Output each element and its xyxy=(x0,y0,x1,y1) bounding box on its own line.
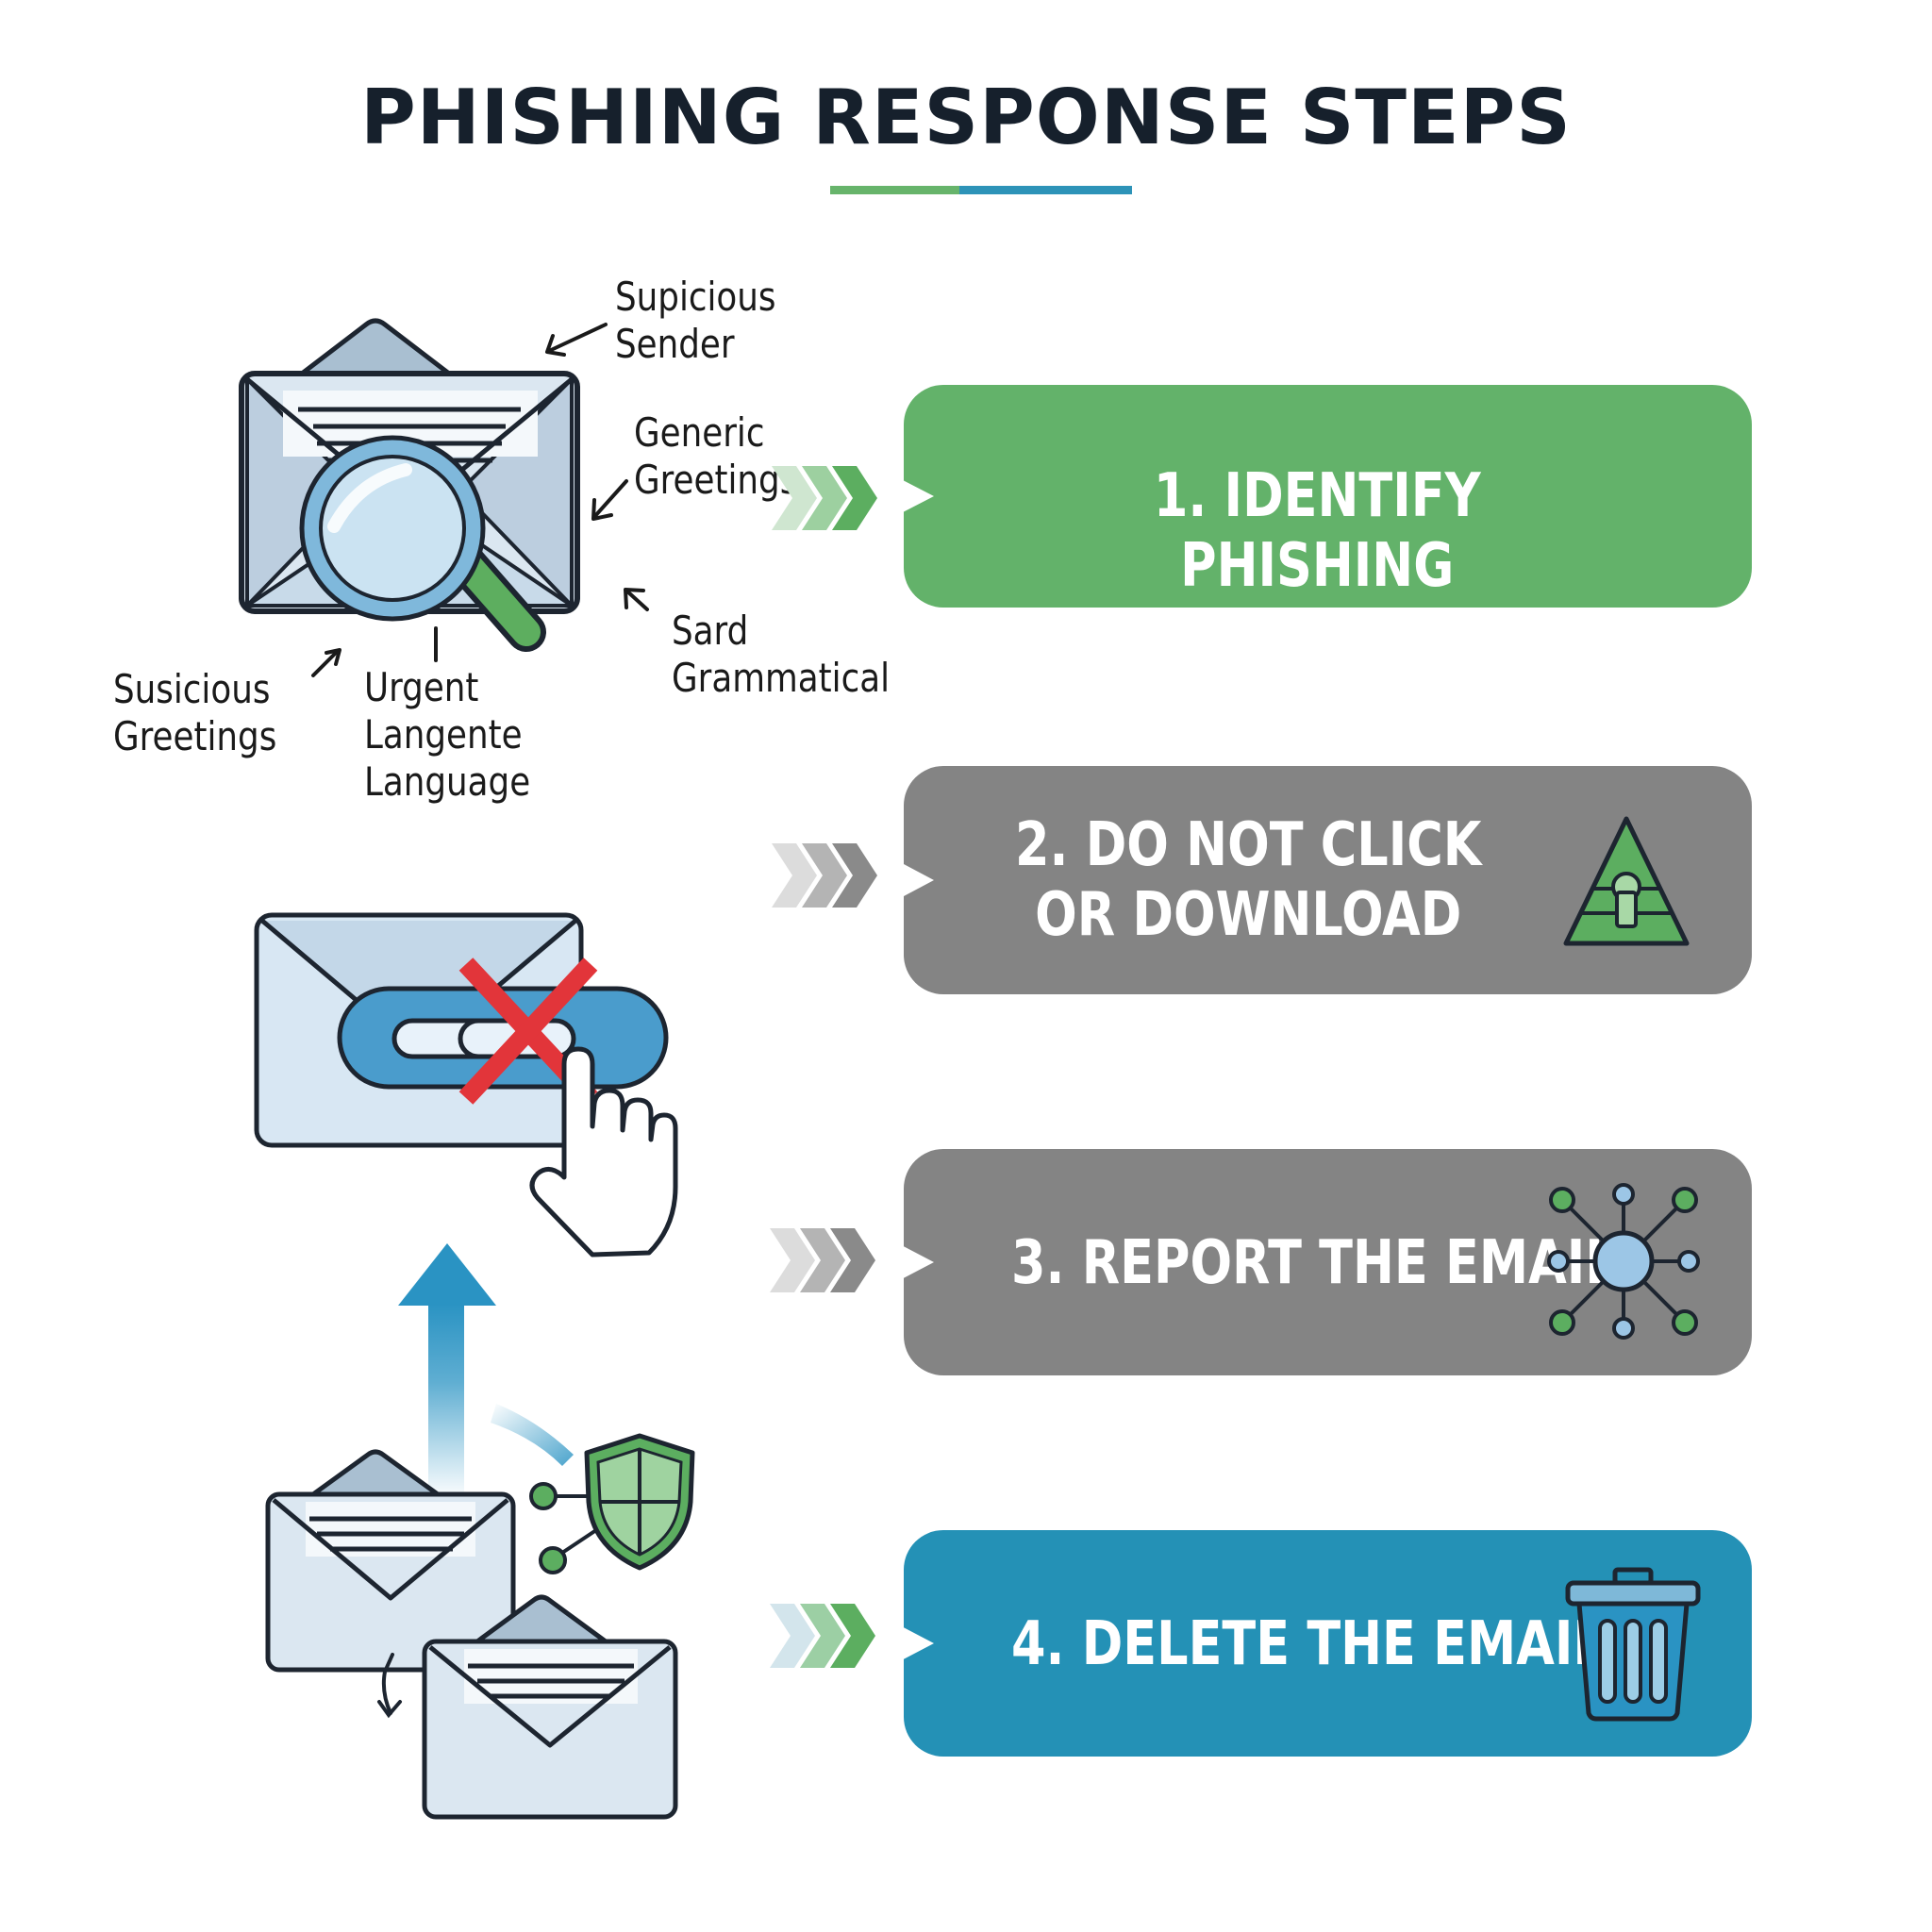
step-3-label: 3. REPORT THE EMAIL xyxy=(1011,1228,1617,1298)
step-report-email: 3. REPORT THE EMAIL xyxy=(904,1149,1752,1375)
step-2-label: 2. DO NOT CLICK OR DOWNLOAD xyxy=(1015,810,1482,950)
trash-can-icon xyxy=(1565,1567,1701,1722)
step-1-label: 1. IDENTIFY PHISHING xyxy=(1153,461,1481,601)
callout-urgent-language: Urgent Langente Language xyxy=(364,664,531,805)
step-identify-phishing: 1. IDENTIFY PHISHING xyxy=(904,385,1752,608)
step-4-label: 4. DELETE THE EMAIL xyxy=(1011,1609,1605,1679)
callout-grammatical: Sard Grammatical xyxy=(672,608,890,701)
chevron-arrows-3 xyxy=(770,1228,875,1292)
warning-triangle-lock-icon xyxy=(1563,816,1690,946)
step-do-not-click: 2. DO NOT CLICK OR DOWNLOAD xyxy=(904,766,1752,994)
callout-suspicious-greetings: Susicious Greetings xyxy=(113,666,277,759)
step-delete-email: 4. DELETE THE EMAIL xyxy=(904,1530,1752,1757)
chevron-arrows-4 xyxy=(770,1604,875,1668)
network-hub-icon xyxy=(1547,1183,1700,1340)
callout-suspicious-sender: Supicious Sender xyxy=(615,274,776,367)
envelope-blocked-link-illustration xyxy=(254,912,678,1257)
chevron-arrows-1 xyxy=(772,466,877,530)
chevron-arrows-2 xyxy=(772,843,877,908)
email-report-flow-illustration xyxy=(265,1243,695,1820)
